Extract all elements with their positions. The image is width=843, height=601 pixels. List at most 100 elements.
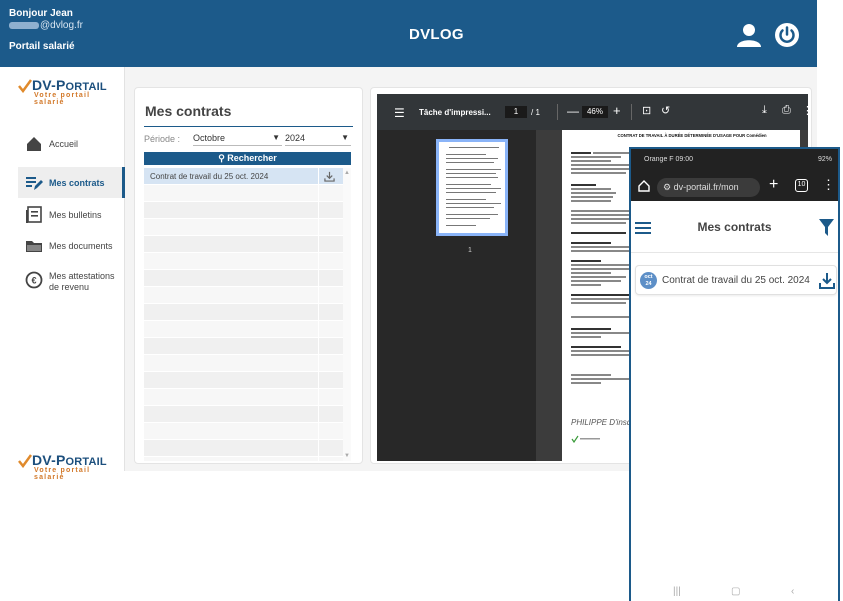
phone-status-bar: Orange F 09:00 92% (631, 149, 838, 174)
table-row (144, 219, 343, 236)
year-select[interactable]: 2024 ▼ (285, 131, 351, 146)
logo-check-icon (18, 454, 32, 468)
top-header: Bonjour Jean @dvlog.fr Portail salarié D… (0, 0, 817, 67)
logo-tagline: Votre portail salarié (34, 467, 91, 481)
contracts-table: Contrat de travail du 25 oct. 2024 (144, 168, 343, 461)
thumbnail-number: 1 (468, 247, 472, 254)
sidebar-item-contrats[interactable]: Mes contrats (18, 167, 125, 198)
sidebar: DV-PORTAIL Votre portail salarié Accueil… (0, 67, 125, 481)
more-icon[interactable]: ⋮ (822, 177, 835, 193)
download-icon[interactable] (819, 272, 835, 289)
sidebar-item-bulletins[interactable]: Mes bulletins (18, 199, 125, 230)
user-info: Bonjour Jean @dvlog.fr Portail salarié (9, 8, 83, 53)
pdf-doc-name: Tâche d'impressi... (419, 108, 491, 117)
period-label: Période : (144, 134, 181, 144)
contract-card-label: Contrat de travail du 25 oct. 2024 (662, 275, 810, 286)
contract-pen-icon (26, 176, 43, 190)
table-row (144, 253, 343, 270)
chevron-down-icon: ▼ (341, 133, 349, 142)
table-row (144, 440, 343, 457)
date-badge: oct 24 (640, 272, 657, 289)
zoom-in-icon[interactable]: + (613, 103, 621, 118)
sidebar-item-label: Mes documents (49, 240, 113, 251)
table-row (144, 355, 343, 372)
payslip-icon (26, 205, 42, 223)
table-row (144, 457, 343, 461)
rotate-icon[interactable]: ↺ (661, 104, 670, 117)
app-title: DVLOG (409, 26, 464, 43)
phone-browser-bar: ⚙ dv-portail.fr/mon + 10 ⋮ (631, 174, 838, 201)
phone-app-header: Mes contrats (631, 201, 838, 253)
month-select[interactable]: Octobre ▼ (193, 131, 282, 146)
page-total: / 1 (531, 108, 540, 117)
table-row (144, 270, 343, 287)
phone-nav-bar: ||| ▢ ‹ (631, 583, 838, 601)
user-icon[interactable] (736, 22, 762, 48)
contracts-title: Mes contrats (145, 103, 232, 119)
table-row (144, 185, 343, 202)
portal-label: Portail salarié (9, 41, 75, 52)
email-domain: @dvlog.fr (40, 20, 83, 31)
url-field[interactable]: ⚙ dv-portail.fr/mon (657, 178, 760, 197)
pdf-toolbar: ☰ Tâche d'impressi... 1 / 1 — 46% + ⊡ ↺ … (377, 94, 813, 130)
search-button[interactable]: ⚲ Rechercher (144, 152, 351, 165)
pdf-footer-check-icon (571, 435, 600, 443)
status-battery: 92% (817, 156, 832, 163)
scroll-down-icon[interactable]: ▼ (344, 453, 350, 459)
table-row[interactable]: Contrat de travail du 25 oct. 2024 (144, 168, 343, 185)
zoom-input[interactable]: 46% (582, 106, 608, 118)
filter-icon[interactable] (819, 219, 834, 236)
tabs-count[interactable]: 10 (795, 179, 808, 192)
table-row (144, 304, 343, 321)
zoom-out-icon[interactable]: — (567, 104, 579, 118)
logo-bottom: DV-PORTAIL Votre portail salarié (18, 452, 112, 481)
recent-apps-icon[interactable]: ||| (673, 586, 681, 597)
table-row (144, 321, 343, 338)
sidebar-item-attestations[interactable]: € Mes attestations de revenu (18, 261, 125, 301)
more-icon[interactable]: ⋮ (802, 104, 813, 117)
page-thumbnail[interactable] (436, 139, 508, 236)
power-icon[interactable] (774, 22, 800, 48)
title-divider (144, 126, 353, 127)
table-row (144, 406, 343, 423)
status-left: Orange F 09:00 (644, 156, 694, 163)
contract-card[interactable]: oct 24 Contrat de travail du 25 oct. 2024 (635, 265, 837, 295)
page-input[interactable]: 1 (505, 106, 527, 118)
table-row (144, 236, 343, 253)
print-icon[interactable]: ⎙ (782, 104, 791, 117)
folder-icon (26, 240, 42, 252)
table-row (144, 372, 343, 389)
menu-icon[interactable]: ☰ (394, 106, 405, 120)
home-icon[interactable] (638, 180, 650, 192)
scroll-up-icon[interactable]: ▲ (344, 170, 350, 176)
sidebar-item-documents[interactable]: Mes documents (18, 230, 125, 261)
table-row (144, 338, 343, 355)
home-icon (27, 136, 41, 151)
list-scrollbar[interactable]: ▲ ▼ (343, 168, 351, 461)
download-icon[interactable] (324, 171, 335, 182)
back-icon[interactable]: ‹ (791, 586, 794, 597)
chevron-down-icon: ▼ (272, 133, 280, 142)
table-row (144, 389, 343, 406)
table-row (144, 423, 343, 440)
home-button-icon[interactable]: ▢ (731, 586, 740, 597)
sidebar-item-label: Mes bulletins (49, 209, 102, 220)
download-icon[interactable]: ⤓ (762, 104, 767, 117)
phone-page-title: Mes contrats (697, 220, 772, 234)
site-settings-icon: ⚙ (663, 182, 674, 192)
sidebar-item-accueil[interactable]: Accueil (18, 128, 125, 159)
new-tab-icon[interactable]: + (769, 176, 778, 194)
thumbnail-pane: 1 (377, 130, 536, 461)
contract-label: Contrat de travail du 25 oct. 2024 (150, 172, 269, 181)
sidebar-nav: Accueil Mes contrats Mes bulletins Mes d… (18, 128, 125, 301)
app-root: Bonjour Jean @dvlog.fr Portail salarié D… (0, 0, 843, 601)
phone-screenshot: Orange F 09:00 92% ⚙ dv-portail.fr/mon +… (629, 147, 840, 601)
logo-brand: DV-PORTAIL (32, 77, 107, 93)
logo-top: DV-PORTAIL Votre portail salarié (18, 77, 112, 106)
fit-page-icon[interactable]: ⊡ (642, 104, 651, 117)
sidebar-item-label: Accueil (49, 138, 79, 149)
logo-brand: DV-PORTAIL (32, 452, 107, 468)
logo-tagline: Votre portail salarié (34, 92, 91, 106)
coin-icon: € (25, 271, 43, 289)
logo-check-icon (18, 79, 32, 93)
